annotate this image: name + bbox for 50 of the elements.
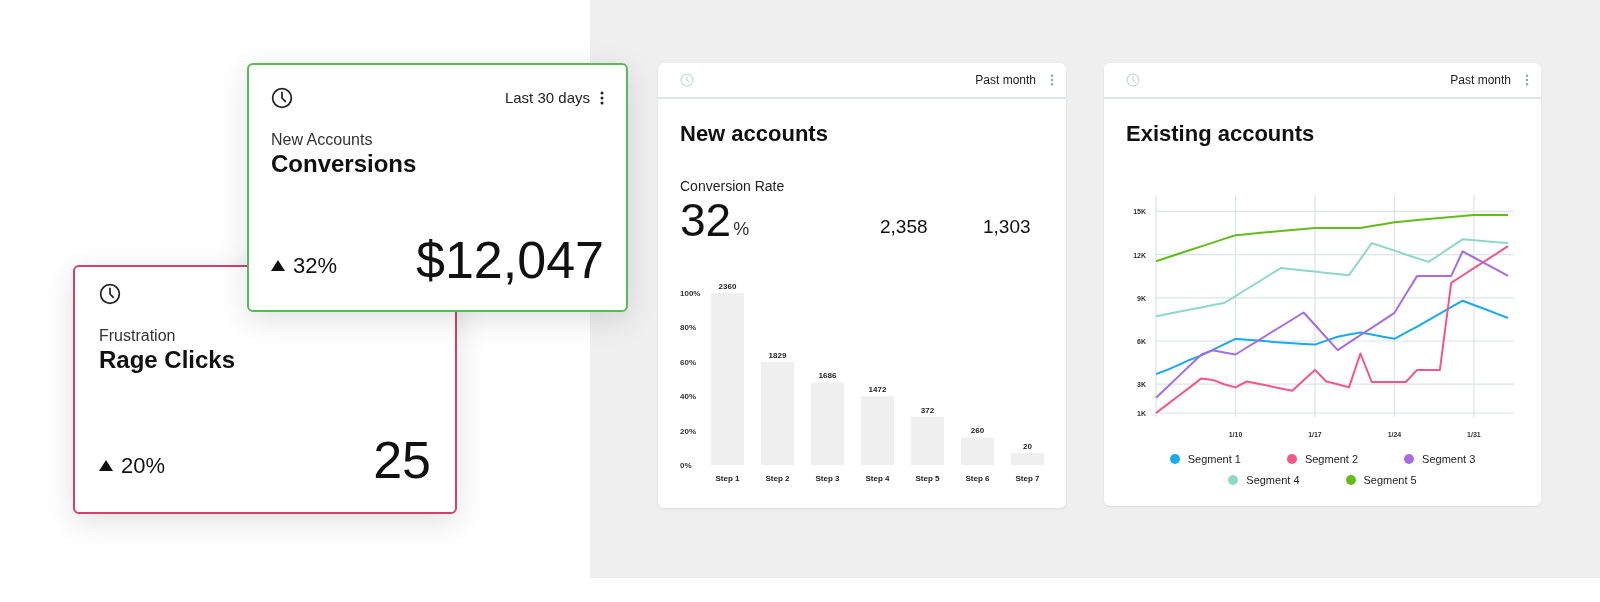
bar-count-label: 2360 bbox=[718, 282, 737, 291]
date-range-label[interactable]: Last 30 days bbox=[504, 87, 590, 110]
axis-category-label: Step 5 bbox=[915, 474, 940, 483]
stat-value: 2,358 bbox=[880, 214, 929, 239]
triangle-up-icon bbox=[271, 260, 285, 271]
clock-icon bbox=[680, 73, 694, 87]
stat-value: 1,303 bbox=[983, 214, 1031, 239]
bar-count-label: 1472 bbox=[868, 385, 887, 395]
bar-count-label: 260 bbox=[970, 426, 985, 436]
more-options-icon[interactable] bbox=[600, 91, 604, 106]
legend-label: Segment 4 bbox=[1246, 472, 1300, 488]
legend-label: Segment 1 bbox=[1187, 452, 1241, 467]
bar-count-label: 20 bbox=[1023, 441, 1032, 451]
bar-count-label: 1686 bbox=[818, 371, 837, 381]
axis-category-label: Step 2 bbox=[765, 474, 790, 483]
axis-tick-label: 0% bbox=[680, 461, 692, 470]
axis-category-label: Step 7 bbox=[1015, 474, 1040, 483]
axis-category-label: Step 6 bbox=[965, 474, 990, 483]
date-range-label[interactable]: Past month bbox=[975, 71, 1036, 89]
clock-icon bbox=[1126, 73, 1140, 87]
metric-title: Conversions bbox=[271, 149, 418, 179]
metric-category: Frustration bbox=[99, 327, 177, 345]
conversion-rate-value: 32 bbox=[680, 197, 732, 243]
change-percentage: 20% bbox=[121, 452, 166, 480]
clock-icon bbox=[99, 283, 121, 305]
axis-tick-label: 60% bbox=[680, 357, 696, 367]
percent-unit: % bbox=[733, 218, 750, 241]
legend-label: Segment 3 bbox=[1422, 452, 1476, 467]
axis-tick-label: 20% bbox=[680, 426, 696, 436]
axis-category-label: Step 1 bbox=[715, 474, 740, 483]
metric-title: Rage Clicks bbox=[99, 345, 237, 375]
legend-label: Segment 2 bbox=[1304, 452, 1359, 467]
axis-tick-label: 80% bbox=[680, 323, 696, 333]
metric-value: $12,047 bbox=[416, 234, 604, 286]
change-percentage: 32% bbox=[293, 252, 338, 280]
metric-label: Conversion Rate bbox=[679, 177, 786, 196]
axis-category-label: Step 4 bbox=[865, 474, 890, 483]
legend-label: Segment 5 bbox=[1363, 472, 1417, 488]
date-range-label[interactable]: Past month bbox=[1450, 71, 1511, 89]
axis-tick-label: 100% bbox=[680, 289, 701, 298]
clock-icon bbox=[271, 87, 293, 109]
metric-category: New Accounts bbox=[271, 131, 374, 149]
triangle-up-icon bbox=[99, 460, 113, 471]
card-title: Existing accounts bbox=[1125, 120, 1316, 148]
bar-count-label: 372 bbox=[920, 405, 935, 415]
card-title: New accounts bbox=[679, 120, 829, 148]
axis-tick-label: 40% bbox=[680, 392, 696, 402]
bar-count-label: 1829 bbox=[768, 350, 787, 360]
axis-category-label: Step 3 bbox=[815, 474, 840, 483]
metric-value: 25 bbox=[373, 434, 431, 486]
